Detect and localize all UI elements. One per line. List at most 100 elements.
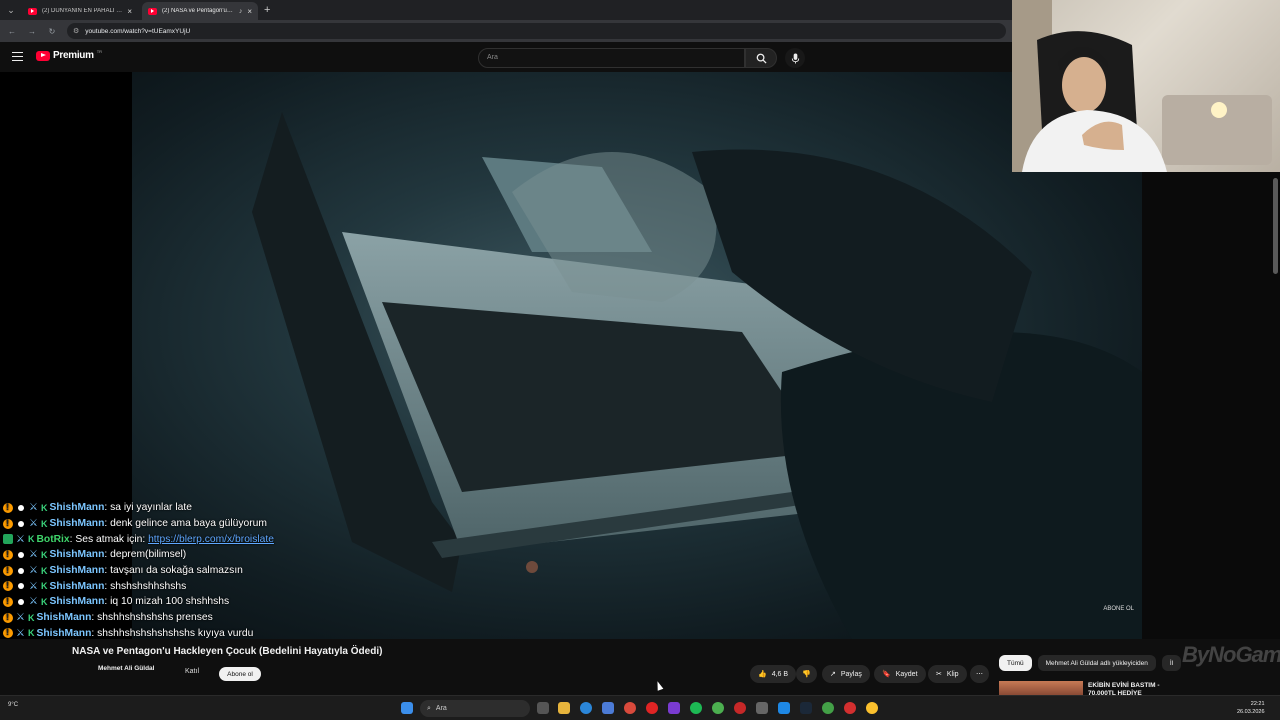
forward-icon[interactable]: → xyxy=(27,27,37,36)
url-field[interactable]: ⚙ youtube.com/watch?v=tUEamxYUjU xyxy=(67,23,1006,39)
chat-message: ⚔KShishMann: shshhshshshshs prenses xyxy=(3,610,303,626)
kick-badge-icon: K xyxy=(40,596,48,607)
weather-widget[interactable]: 9°C xyxy=(8,702,18,708)
chip-all[interactable]: Tümü xyxy=(999,655,1032,671)
subscribe-watermark[interactable]: ABONE OL xyxy=(1103,606,1134,612)
app-icon[interactable] xyxy=(822,702,834,714)
share-label: Paylaş xyxy=(840,670,862,678)
channel-name[interactable]: Mehmet Ali Güldal xyxy=(98,665,154,672)
close-tab-icon[interactable]: × xyxy=(127,7,132,16)
microphone-icon xyxy=(791,52,799,64)
taskbar-search[interactable]: ⌕ Ara xyxy=(420,700,530,717)
app-icon[interactable] xyxy=(866,702,878,714)
kick-badge-icon: K xyxy=(40,565,48,576)
dislike-button[interactable]: 👎 xyxy=(796,665,817,683)
chat-username[interactable]: ShishMann xyxy=(36,628,91,639)
youtube-favicon-icon xyxy=(148,7,157,15)
menu-icon[interactable] xyxy=(12,52,23,61)
search-button[interactable] xyxy=(745,48,777,68)
sword-badge-icon: ⚔ xyxy=(29,580,38,592)
chat-username[interactable]: ShishMann xyxy=(49,518,104,529)
tab-title: (2) NASA ve Pentagon'u Hack xyxy=(162,8,234,14)
speaker-icon[interactable]: ♪ xyxy=(239,8,243,15)
sword-badge-icon: ⚔ xyxy=(16,612,25,624)
youtube-app-icon[interactable] xyxy=(646,702,658,714)
browser-tab-2[interactable]: (2) NASA ve Pentagon'u Hack ♪ × xyxy=(142,2,258,20)
moderator-badge-icon xyxy=(3,627,13,639)
chrome-icon[interactable] xyxy=(624,702,636,714)
chat-text: : sa iyi yayınlar late xyxy=(104,502,192,514)
webcam-person-image xyxy=(1012,0,1272,172)
clip-label: Klip xyxy=(946,670,959,678)
save-label: Kaydet xyxy=(895,670,918,678)
chat-username[interactable]: ShishMann xyxy=(49,596,104,607)
task-view-icon[interactable] xyxy=(537,702,549,714)
search-input[interactable]: Ara xyxy=(478,48,745,68)
chrome-profile-icon[interactable] xyxy=(712,702,724,714)
kick-badge-icon: K xyxy=(40,502,48,513)
chat-username[interactable]: BotRix xyxy=(36,534,69,545)
subscribe-button[interactable]: Abone ol xyxy=(219,667,261,681)
dot-badge-icon xyxy=(18,520,24,527)
youtube-logo[interactable]: Premium TR xyxy=(36,49,102,61)
like-button[interactable]: 👍 4,6 B xyxy=(750,665,797,683)
related-filter-chips: Tümü Mehmet Ali Güldal adlı yükleyiciden… xyxy=(999,655,1182,671)
chat-text: : tavşanı da sokağa salmazsın xyxy=(104,565,243,577)
browser-tab-1[interactable]: (2) DÜNYANIN EN PAHALI FELA × xyxy=(22,2,138,20)
new-tab-icon[interactable]: + xyxy=(264,4,270,16)
chip-related[interactable]: İl xyxy=(1161,655,1182,671)
spotify-icon[interactable] xyxy=(690,702,702,714)
windows-taskbar: 9°C ⌕ Ara 22:21 26.03.2026 xyxy=(0,695,1280,720)
chat-username[interactable]: ShishMann xyxy=(49,565,104,576)
system-clock[interactable]: 22:21 26.03.2026 xyxy=(1237,700,1265,716)
kick-badge-icon: K xyxy=(27,534,35,545)
more-actions-button[interactable]: ⋯ xyxy=(970,665,989,683)
obs-icon[interactable] xyxy=(734,702,746,714)
save-button[interactable]: 🔖 Kaydet xyxy=(874,665,926,683)
chat-message: ⚔KShishMann: denk gelince ama baya gülüy… xyxy=(3,516,303,532)
calculator-icon[interactable] xyxy=(756,702,768,714)
moderator-badge-icon xyxy=(3,502,13,513)
streamer-webcam xyxy=(1012,0,1280,172)
tab-search-icon[interactable]: ⌄ xyxy=(4,3,18,17)
share-button[interactable]: ↗ Paylaş xyxy=(822,665,870,683)
chat-username[interactable]: ShishMann xyxy=(49,549,104,560)
close-tab-icon[interactable]: × xyxy=(247,7,252,16)
site-info-icon[interactable]: ⚙ xyxy=(73,27,79,35)
thumbs-down-icon: 👎 xyxy=(802,671,811,678)
sword-badge-icon: ⚔ xyxy=(29,518,38,530)
app-icon[interactable] xyxy=(844,702,856,714)
bot-badge-icon xyxy=(3,534,13,545)
moderator-badge-icon xyxy=(3,612,13,623)
app-icon[interactable] xyxy=(778,702,790,714)
recommended-thumbnail[interactable] xyxy=(999,681,1083,695)
moderator-badge-icon xyxy=(3,549,13,560)
kick-badge-icon: K xyxy=(27,612,35,623)
edge-icon[interactable] xyxy=(580,702,592,714)
chat-text: : iq 10 mizah 100 shshhshs xyxy=(104,596,230,608)
kick-badge-icon: K xyxy=(40,518,48,529)
sword-badge-icon: ⚔ xyxy=(29,596,38,608)
bookmark-icon: 🔖 xyxy=(882,671,891,678)
brand-watermark: ByNoGame xyxy=(1182,642,1280,667)
voice-search-button[interactable] xyxy=(785,48,805,68)
chat-username[interactable]: ShishMann xyxy=(49,502,104,513)
app-icon[interactable] xyxy=(668,702,680,714)
join-button[interactable]: Katıl xyxy=(185,668,199,675)
page-scrollbar[interactable] xyxy=(1273,178,1278,274)
steam-icon[interactable] xyxy=(800,702,812,714)
chat-username[interactable]: ShishMann xyxy=(49,581,104,592)
dot-badge-icon xyxy=(18,598,24,605)
chip-from-uploader[interactable]: Mehmet Ali Güldal adlı yükleyiciden xyxy=(1037,655,1156,671)
store-icon[interactable] xyxy=(602,702,614,714)
youtube-favicon-icon xyxy=(28,7,37,15)
clip-button[interactable]: ✂ Klip xyxy=(928,665,967,683)
file-explorer-icon[interactable] xyxy=(558,702,570,714)
chat-username[interactable]: ShishMann xyxy=(36,612,91,623)
start-icon[interactable] xyxy=(401,702,413,714)
chat-link[interactable]: https://blerp.com/x/broislate xyxy=(148,534,274,545)
chat-text: : shshshshhshshs xyxy=(104,580,187,592)
back-icon[interactable]: ← xyxy=(7,27,17,36)
reload-icon[interactable]: ↻ xyxy=(47,27,57,36)
more-icon: ⋯ xyxy=(976,671,983,678)
